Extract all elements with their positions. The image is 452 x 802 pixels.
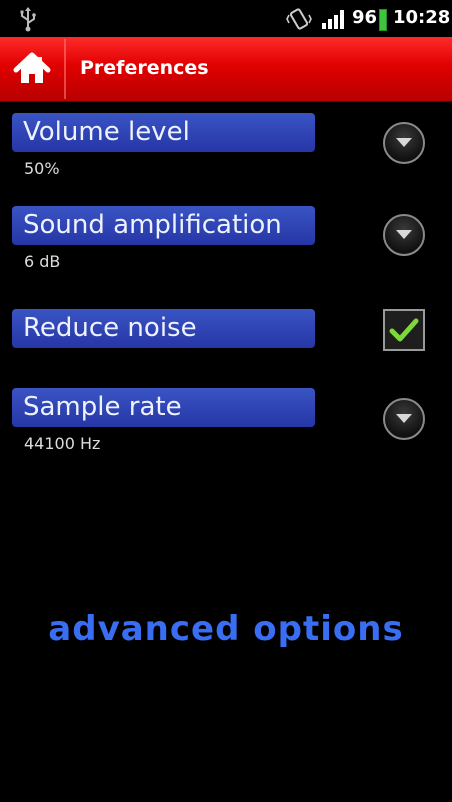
action-bar: Preferences bbox=[0, 37, 452, 102]
dropdown-button[interactable] bbox=[383, 122, 425, 164]
pref-summary: 6 dB bbox=[24, 252, 61, 271]
chevron-down-icon bbox=[396, 414, 412, 423]
clock: 10:28 bbox=[393, 7, 451, 28]
dropdown-button[interactable] bbox=[383, 214, 425, 256]
pref-label: Reduce noise bbox=[12, 309, 315, 348]
action-bar-divider bbox=[64, 39, 66, 99]
dropdown-button[interactable] bbox=[383, 398, 425, 440]
home-button[interactable] bbox=[0, 37, 64, 101]
battery-icon bbox=[379, 9, 387, 31]
pref-label: Sound amplification bbox=[12, 206, 315, 245]
signal-icon bbox=[322, 9, 346, 29]
battery-level: 96 bbox=[352, 7, 378, 28]
pref-sound-amplification[interactable]: Sound amplification 6 dB bbox=[0, 206, 452, 276]
checkmark-icon bbox=[389, 318, 419, 342]
pref-volume-level[interactable]: Volume level 50% bbox=[0, 113, 452, 183]
page-title: Preferences bbox=[80, 57, 209, 79]
pref-sample-rate[interactable]: Sample rate 44100 Hz bbox=[0, 388, 452, 458]
pref-label: Sample rate bbox=[12, 388, 315, 427]
usb-icon bbox=[20, 7, 36, 32]
advanced-options-link[interactable]: advanced options bbox=[0, 609, 452, 649]
chevron-down-icon bbox=[396, 230, 412, 239]
pref-label: Volume level bbox=[12, 113, 315, 152]
status-bar: 96 10:28 bbox=[0, 0, 452, 37]
reduce-noise-checkbox[interactable] bbox=[383, 309, 425, 351]
pref-summary: 44100 Hz bbox=[24, 434, 101, 453]
home-icon bbox=[13, 52, 51, 83]
pref-summary: 50% bbox=[24, 159, 60, 178]
vibrate-icon bbox=[286, 8, 312, 30]
pref-reduce-noise[interactable]: Reduce noise bbox=[0, 309, 452, 353]
chevron-down-icon bbox=[396, 138, 412, 147]
